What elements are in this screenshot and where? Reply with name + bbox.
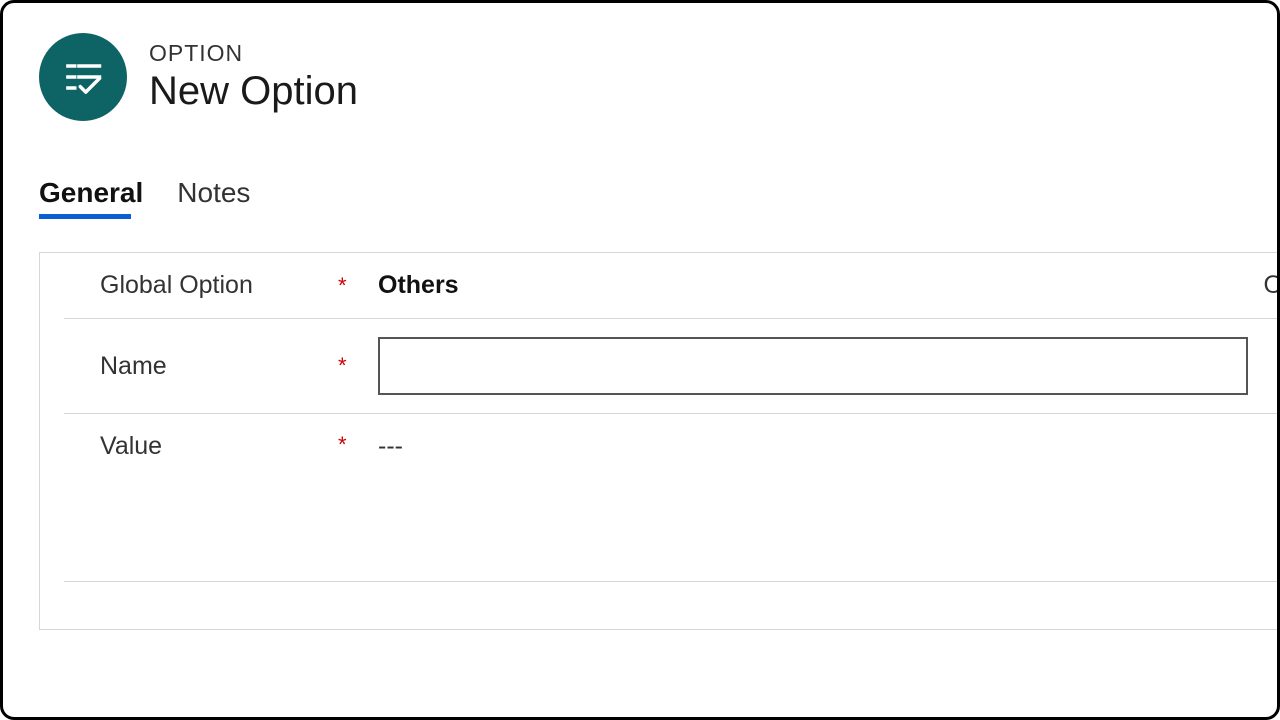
required-marker: *: [338, 432, 378, 458]
global-option-lookup[interactable]: Others O: [378, 271, 1280, 300]
lookup-clear-icon[interactable]: O: [1264, 271, 1280, 300]
name-input[interactable]: [378, 337, 1248, 395]
label-value: Value: [100, 432, 338, 461]
option-entity-icon: [39, 33, 127, 121]
row-name: Name *: [64, 319, 1280, 414]
form-header: OPTION New Option: [3, 3, 1277, 121]
value-placeholder: ---: [378, 432, 403, 461]
tab-general[interactable]: General: [39, 177, 143, 219]
form-panel: Global Option * Others O Name * Value * …: [39, 252, 1280, 630]
entity-supertitle: OPTION: [149, 40, 358, 67]
value-field[interactable]: ---: [378, 432, 1280, 461]
row-value: Value * ---: [64, 414, 1280, 582]
form-tabs: General Notes: [3, 121, 1277, 219]
lookup-selected-value: Others: [378, 271, 459, 300]
tab-notes[interactable]: Notes: [177, 177, 250, 219]
label-name: Name: [100, 352, 338, 381]
required-marker: *: [338, 353, 378, 379]
window-frame: OPTION New Option General Notes Global O…: [0, 0, 1280, 720]
page-title: New Option: [149, 69, 358, 114]
required-marker: *: [338, 273, 378, 299]
label-global-option: Global Option: [100, 271, 338, 300]
title-block: OPTION New Option: [149, 40, 358, 114]
row-global-option: Global Option * Others O: [64, 253, 1280, 319]
